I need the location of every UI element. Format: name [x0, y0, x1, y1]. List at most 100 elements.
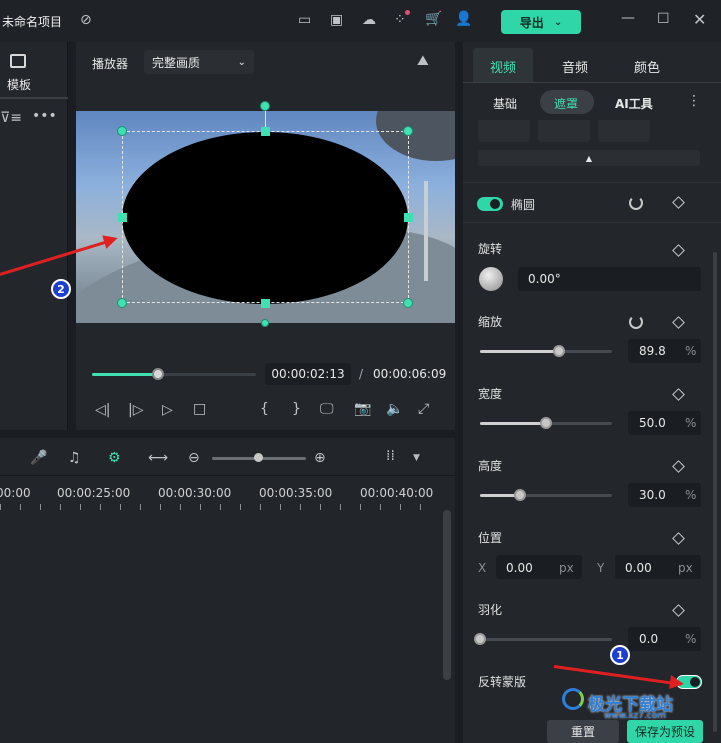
position-y-value[interactable]: 0.00: [625, 561, 652, 575]
filter-icon[interactable]: ⊽≡: [0, 110, 22, 126]
play-icon[interactable]: ▷: [162, 402, 173, 418]
shape-option[interactable]: [598, 120, 650, 142]
music-icon[interactable]: ♫: [68, 450, 81, 466]
camera-icon[interactable]: 📷: [354, 401, 371, 417]
subtab-basic[interactable]: 基础: [493, 95, 517, 112]
feather-unit: %: [685, 632, 697, 646]
user-icon[interactable]: 👤: [455, 11, 472, 27]
zoom-out-icon[interactable]: ⊖: [188, 450, 200, 466]
panel-scrollbar[interactable]: [713, 252, 717, 732]
grid-icon[interactable]: ⁞⁞: [386, 448, 395, 464]
stop-icon[interactable]: □: [193, 401, 206, 417]
chevron-down-icon[interactable]: ▼: [413, 453, 420, 463]
keyframe-icon[interactable]: [672, 532, 685, 545]
chevron-down-icon: ⌄: [553, 16, 563, 28]
microphone-icon[interactable]: 🎤: [30, 450, 47, 466]
volume-icon[interactable]: 🔈: [386, 401, 403, 417]
keyframe-icon[interactable]: [672, 196, 685, 209]
mask-bounding-box[interactable]: [122, 131, 409, 303]
position-x-value[interactable]: 0.00: [506, 561, 533, 575]
scale-slider-fill: [480, 350, 560, 353]
mark-in-icon[interactable]: {: [260, 401, 269, 417]
shape-option[interactable]: [538, 120, 590, 142]
feather-slider[interactable]: [480, 638, 612, 641]
subtab-ai-tools[interactable]: AI工具: [615, 95, 653, 112]
corner-handle-br[interactable]: [403, 298, 413, 308]
corner-handle-tr[interactable]: [403, 126, 413, 136]
more-vertical-icon[interactable]: ⋮: [687, 93, 701, 109]
cart-icon[interactable]: 🛒: [425, 11, 442, 27]
fullscreen-icon[interactable]: ⤢: [418, 401, 429, 417]
timeline-tick: 00:00:30:00: [158, 486, 232, 500]
save-preset-label: 保存为预设: [634, 725, 695, 739]
edge-handle-right[interactable]: [404, 213, 413, 222]
prev-frame-icon[interactable]: ◁|: [95, 402, 110, 418]
feather-handle[interactable]: [261, 319, 269, 327]
keyframe-icon[interactable]: [672, 388, 685, 401]
fit-icon[interactable]: ⟷: [148, 450, 168, 466]
quality-select[interactable]: 完整画质 ⌄: [144, 50, 254, 74]
mark-out-icon[interactable]: }: [292, 401, 301, 417]
cloud-upload-icon[interactable]: ☁: [362, 12, 376, 28]
zoom-knob[interactable]: [254, 453, 263, 462]
height-value[interactable]: 30.0: [639, 488, 666, 502]
save-preset-button[interactable]: 保存为预设: [627, 720, 703, 743]
scale-slider-knob[interactable]: [553, 345, 566, 357]
corner-handle-bl[interactable]: [117, 298, 127, 308]
invert-mask-label: 反转蒙版: [478, 675, 527, 689]
timeline-tick: 00:00: [0, 486, 31, 500]
feather-slider-knob[interactable]: [474, 633, 486, 645]
timeline-tick: 00:00:35:00: [259, 486, 333, 500]
rotate-handle[interactable]: [260, 101, 270, 111]
subtab-mask[interactable]: 遮罩: [554, 95, 578, 112]
snapshot-settings-icon[interactable]: ⛰: [417, 53, 429, 69]
keyframe-icon[interactable]: [672, 244, 685, 257]
keyframe-icon[interactable]: [672, 316, 685, 329]
close-icon[interactable]: ✕: [693, 10, 706, 29]
width-slider-knob[interactable]: [540, 417, 552, 429]
scale-value[interactable]: 89.8: [639, 344, 666, 358]
keyframe-icon[interactable]: [672, 460, 685, 473]
maximize-icon[interactable]: ☐: [657, 11, 670, 27]
edge-handle-bottom[interactable]: [261, 299, 270, 308]
feather-label: 羽化: [478, 603, 503, 617]
reset-icon[interactable]: [629, 196, 643, 210]
tab-video-label[interactable]: 视频: [490, 57, 516, 76]
feather-value[interactable]: 0.0: [639, 632, 658, 646]
apps-icon[interactable]: ⁘: [394, 12, 406, 28]
scale-slider[interactable]: [480, 350, 612, 353]
template-label[interactable]: 模板: [7, 76, 31, 93]
zoom-in-icon[interactable]: ⊕: [314, 450, 326, 466]
collapse-shapes-button[interactable]: ▲: [478, 150, 700, 166]
export-button[interactable]: 导出 ⌄: [501, 10, 581, 34]
width-unit: %: [685, 416, 697, 430]
tab-audio[interactable]: 音频: [562, 57, 588, 76]
toggle-knob: [490, 199, 500, 209]
keyframe-icon[interactable]: [672, 604, 685, 617]
next-frame-icon[interactable]: |▷: [128, 402, 143, 418]
tab-color[interactable]: 颜色: [634, 57, 660, 76]
chevron-up-icon: ▲: [585, 153, 593, 163]
more-icon[interactable]: •••: [32, 108, 57, 124]
edge-handle-top[interactable]: [261, 127, 270, 136]
layout-icon[interactable]: ▭: [298, 12, 311, 28]
rotation-value[interactable]: 0.00°: [528, 272, 561, 286]
reset-button[interactable]: 重置: [547, 720, 619, 743]
playback-track[interactable]: [92, 373, 256, 376]
template-icon[interactable]: [10, 54, 26, 68]
shape-option[interactable]: [478, 120, 530, 142]
timeline-scrollbar[interactable]: [443, 510, 451, 680]
snap-icon[interactable]: ⚙: [108, 450, 121, 466]
display-icon[interactable]: 🖵: [320, 401, 334, 417]
corner-handle-tl[interactable]: [117, 126, 127, 136]
edge-handle-left[interactable]: [118, 213, 127, 222]
height-slider[interactable]: [480, 494, 612, 497]
height-slider-knob[interactable]: [513, 489, 526, 501]
rotation-dial[interactable]: [479, 267, 503, 291]
playhead-knob[interactable]: [151, 368, 164, 380]
save-icon[interactable]: ▣: [330, 12, 343, 28]
width-value[interactable]: 50.0: [639, 416, 666, 430]
current-time-box[interactable]: 00:00:02:13: [265, 363, 351, 385]
minimize-icon[interactable]: —: [621, 10, 635, 26]
reset-icon[interactable]: [629, 315, 643, 329]
